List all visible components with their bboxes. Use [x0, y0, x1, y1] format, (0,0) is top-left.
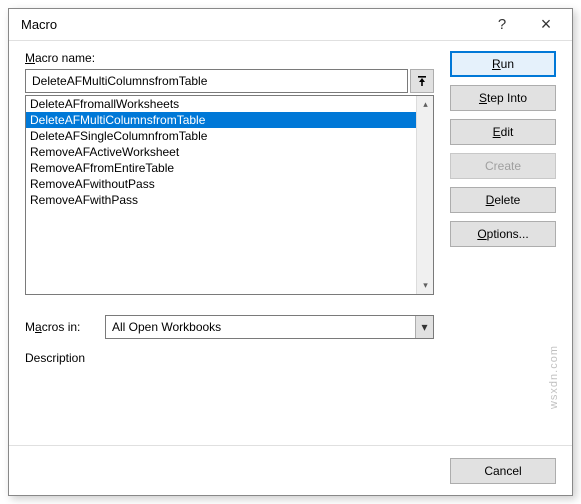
macros-in-combo[interactable]: All Open Workbooks ▾ — [105, 315, 434, 339]
macro-list-inner: DeleteAFfromallWorksheetsDeleteAFMultiCo… — [26, 96, 416, 294]
list-item[interactable]: RemoveAFActiveWorksheet — [26, 144, 416, 160]
create-button: Create — [450, 153, 556, 179]
macro-dialog: Macro ? × Macro name: DeleteAFfromallWor… — [8, 8, 573, 496]
macro-name-input[interactable] — [25, 69, 408, 93]
step-into-button[interactable]: Step Into — [450, 85, 556, 111]
macro-name-label: Macro name: — [25, 51, 434, 65]
chevron-down-icon: ▾ — [421, 320, 427, 334]
jump-to-button[interactable] — [410, 69, 434, 93]
list-item[interactable]: RemoveAFwithPass — [26, 192, 416, 208]
titlebar: Macro ? × — [9, 9, 572, 41]
list-item[interactable]: RemoveAFwithoutPass — [26, 176, 416, 192]
scrollbar[interactable]: ▴ ▾ — [416, 96, 433, 294]
help-button[interactable]: ? — [480, 11, 524, 39]
watermark: wsxdn.com — [548, 345, 560, 409]
arrow-up-bar-icon — [416, 75, 428, 87]
right-button-panel: Run Step Into Edit Create Delete Options… — [450, 51, 556, 433]
list-item[interactable]: DeleteAFMultiColumnsfromTable — [26, 112, 416, 128]
combo-dropdown-button[interactable]: ▾ — [415, 316, 433, 338]
dialog-footer: Cancel — [9, 445, 572, 495]
left-panel: Macro name: DeleteAFfromallWorksheetsDel… — [25, 51, 434, 433]
close-button[interactable]: × — [524, 11, 568, 39]
scroll-down-arrow[interactable]: ▾ — [417, 277, 434, 294]
dialog-title: Macro — [21, 17, 480, 32]
description-label: Description — [25, 351, 434, 365]
edit-button[interactable]: Edit — [450, 119, 556, 145]
macros-in-value: All Open Workbooks — [106, 320, 415, 334]
macro-listbox[interactable]: DeleteAFfromallWorksheetsDeleteAFMultiCo… — [25, 95, 434, 295]
delete-button[interactable]: Delete — [450, 187, 556, 213]
macros-in-label: Macros in: — [25, 320, 97, 334]
cancel-button[interactable]: Cancel — [450, 458, 556, 484]
scroll-up-arrow[interactable]: ▴ — [417, 96, 434, 113]
options-button[interactable]: Options... — [450, 221, 556, 247]
dialog-body: Macro name: DeleteAFfromallWorksheetsDel… — [9, 41, 572, 445]
run-button[interactable]: Run — [450, 51, 556, 77]
list-item[interactable]: RemoveAFfromEntireTable — [26, 160, 416, 176]
list-item[interactable]: DeleteAFfromallWorksheets — [26, 96, 416, 112]
list-item[interactable]: DeleteAFSingleColumnfromTable — [26, 128, 416, 144]
macros-in-row: Macros in: All Open Workbooks ▾ — [25, 315, 434, 339]
macro-name-row — [25, 69, 434, 93]
